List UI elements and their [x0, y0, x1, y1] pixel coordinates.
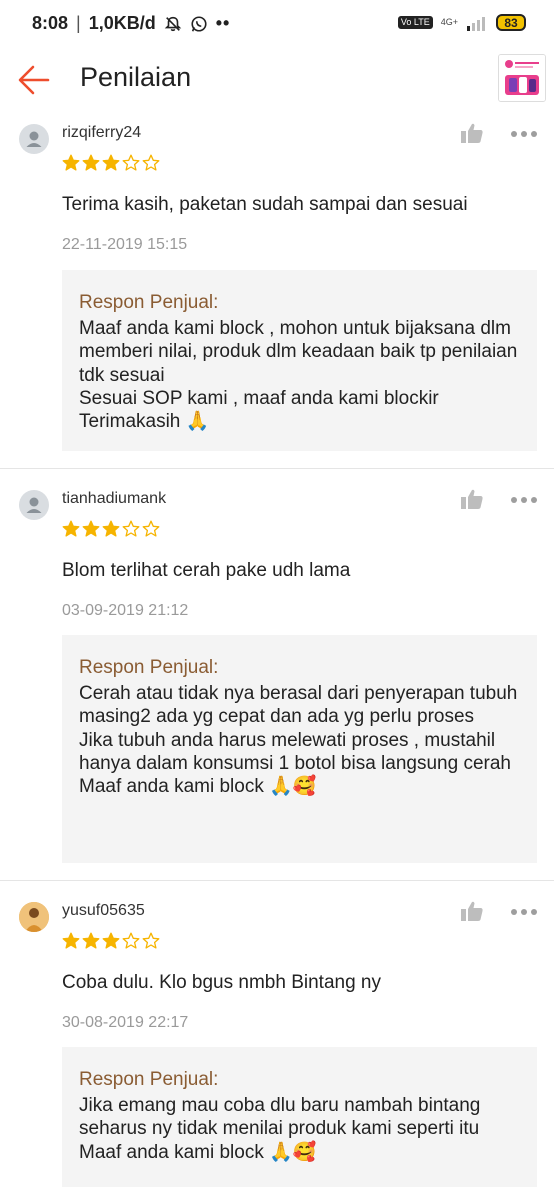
star-rating	[62, 154, 160, 172]
network-speed: 1,0KB/d	[88, 13, 156, 33]
more-notifications-icon: ••	[215, 13, 231, 33]
status-separator: |	[76, 13, 81, 33]
star-rating	[62, 520, 160, 538]
star-rating	[62, 932, 160, 950]
seller-response: Respon Penjual: Maaf anda kami block , m…	[62, 270, 537, 451]
seller-response-label: Respon Penjual:	[79, 292, 219, 313]
star-filled-icon	[62, 154, 80, 171]
star-empty-icon	[142, 520, 160, 537]
star-empty-icon	[122, 932, 140, 949]
status-time: 8:08	[32, 13, 69, 33]
product-image-icon	[499, 55, 545, 101]
more-options-icon[interactable]	[510, 129, 538, 139]
app-header: Penilaian	[0, 48, 554, 112]
star-filled-icon	[82, 520, 100, 537]
product-thumbnail[interactable]	[498, 54, 546, 102]
status-left: 8:08 | 1,0KB/d ••	[32, 13, 230, 34]
more-options-icon[interactable]	[510, 907, 538, 917]
review-comment: Coba dulu. Klo bgus nmbh Bintang ny	[62, 972, 381, 993]
back-arrow-icon[interactable]	[16, 62, 52, 98]
seller-response-text: Maaf anda kami block , mohon untuk bijak…	[79, 318, 518, 433]
seller-response-text: Jika emang mau coba dlu baru nambah bint…	[79, 1095, 481, 1163]
review-item: tianhadiumank Blom terlihat cerah pake u…	[0, 478, 554, 880]
star-filled-icon	[62, 932, 80, 949]
star-filled-icon	[82, 154, 100, 171]
avatar[interactable]	[19, 490, 49, 520]
star-empty-icon	[142, 932, 160, 949]
seller-response: Respon Penjual: Cerah atau tidak nya ber…	[62, 635, 537, 863]
review-date: 30-08-2019 22:17	[62, 1014, 189, 1031]
page-title: Penilaian	[80, 62, 192, 92]
star-filled-icon	[62, 520, 80, 537]
review-item: rizqiferry24 Terima kasih, paketan sudah…	[0, 112, 554, 468]
divider	[0, 468, 554, 469]
whatsapp-icon	[191, 15, 207, 32]
more-options-icon[interactable]	[510, 495, 538, 505]
thumbs-up-icon[interactable]	[460, 488, 484, 510]
star-empty-icon	[142, 154, 160, 171]
star-filled-icon	[102, 932, 120, 949]
seller-response-text: Cerah atau tidak nya berasal dari penyer…	[79, 683, 518, 798]
status-right: Vo LTE 4G+ 83	[397, 14, 526, 31]
default-avatar-icon	[26, 131, 42, 147]
review-item: yusuf05635 Coba dulu. Klo bgus nmbh Bint…	[0, 890, 554, 1200]
review-username: yusuf05635	[62, 902, 145, 919]
signal-icon	[467, 16, 485, 31]
star-empty-icon	[122, 520, 140, 537]
avatar[interactable]	[19, 902, 49, 932]
volte-icon: Vo LTE	[397, 16, 433, 29]
review-username: rizqiferry24	[62, 124, 142, 141]
battery-icon: 83	[496, 14, 526, 31]
thumbs-up-icon[interactable]	[460, 122, 484, 144]
bell-off-icon	[164, 16, 182, 31]
review-username: tianhadiumank	[62, 490, 167, 507]
review-comment: Blom terlihat cerah pake udh lama	[62, 560, 351, 581]
status-bar: 8:08 | 1,0KB/d •• Vo LTE 4G+ 83	[0, 0, 554, 48]
thumbs-up-icon[interactable]	[460, 900, 484, 922]
star-filled-icon	[82, 932, 100, 949]
user-photo-icon	[19, 902, 49, 932]
review-date: 03-09-2019 21:12	[62, 602, 189, 619]
network-type: 4G+	[440, 17, 458, 27]
divider	[0, 880, 554, 881]
review-comment: Terima kasih, paketan sudah sampai dan s…	[62, 194, 468, 215]
seller-response: Respon Penjual: Jika emang mau coba dlu …	[62, 1047, 537, 1187]
review-date: 22-11-2019 15:15	[62, 236, 188, 253]
seller-response-label: Respon Penjual:	[79, 657, 219, 678]
star-filled-icon	[102, 154, 120, 171]
star-empty-icon	[122, 154, 140, 171]
star-filled-icon	[102, 520, 120, 537]
default-avatar-icon	[26, 497, 42, 513]
avatar[interactable]	[19, 124, 49, 154]
seller-response-label: Respon Penjual:	[79, 1069, 219, 1090]
